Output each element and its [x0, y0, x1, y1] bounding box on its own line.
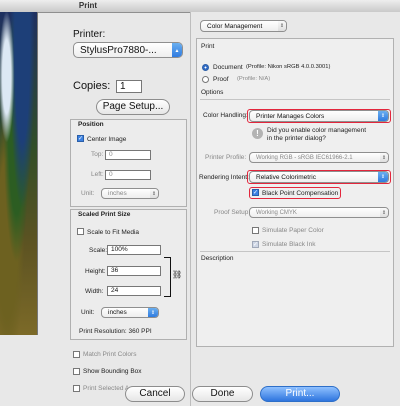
rendering-intent-select[interactable]: Relative Colorimetric ⇕ [249, 171, 389, 183]
position-unit-label: Unit: [81, 190, 95, 197]
chevron-down-icon: ⇕ [278, 21, 286, 31]
copies-label: Copies: [73, 80, 111, 92]
print-selected-area-checkbox[interactable] [73, 385, 80, 392]
question-line-2: in the printer dialog? [267, 135, 326, 142]
section-select[interactable]: Color Management ⇕ [200, 20, 287, 32]
scale-label: Scale: [89, 247, 108, 254]
chevron-down-icon: ⇕ [150, 189, 158, 198]
link-bracket [164, 257, 171, 297]
copies-input[interactable]: 1 [116, 80, 142, 93]
rendering-intent-value: Relative Colorimetric [256, 174, 316, 181]
question-line-1: Did you enable color management [267, 127, 367, 134]
proof-setup-select[interactable]: Working CMYK ⇕ [249, 207, 389, 218]
left-panel: Printer: ⎙ StylusPro7880-... ▲▼ Copies: … [38, 13, 199, 406]
position-unit-select[interactable]: inches ⇕ [101, 188, 159, 199]
scaled-unit-label: Unit: [81, 309, 95, 316]
cancel-button[interactable]: Cancel [125, 386, 185, 402]
top-label: Top: [91, 151, 104, 158]
scale-to-fit-label: Scale to Fit Media [87, 229, 140, 236]
print-resolution: Print Resolution: 360 PPI [79, 328, 152, 335]
print-button[interactable]: Print... [260, 386, 340, 402]
scaled-unit-select[interactable]: inches ⇕ [101, 307, 159, 318]
chevron-down-icon: ▲▼ [172, 43, 182, 57]
proof-label: Proof [213, 76, 229, 83]
options-separator [200, 99, 390, 100]
description-separator [200, 251, 390, 252]
proof-setup-label: Proof Setup: [214, 209, 251, 216]
position-title: Position [78, 121, 104, 128]
match-print-colors-checkbox[interactable] [73, 351, 80, 358]
color-handling-select[interactable]: Printer Manages Colors ⇕ [249, 110, 389, 122]
center-image-label: Center Image [87, 136, 127, 143]
printer-select[interactable]: StylusPro7880-... ▲▼ [73, 42, 183, 58]
height-input[interactable]: 36 [107, 266, 161, 276]
document-label: Document [213, 64, 243, 71]
proof-profile: (Profile: N/A) [237, 76, 271, 82]
description-heading: Description [201, 255, 234, 262]
match-print-colors-label: Match Print Colors [83, 351, 137, 358]
page-setup-button[interactable]: Page Setup... [96, 99, 170, 115]
warning-icon: ! [252, 128, 263, 139]
width-input[interactable]: 24 [107, 286, 161, 296]
chevron-down-icon: ⇕ [378, 172, 388, 182]
chevron-down-icon: ⇕ [380, 153, 388, 162]
done-button[interactable]: Done [192, 386, 253, 402]
color-management-panel: Print Document (Profile: Nikon sRGB 4.0.… [196, 38, 394, 347]
scale-input[interactable]: 100% [107, 245, 161, 255]
left-label: Left: [91, 171, 104, 178]
position-group: Position ✓ Center Image Top: 0 Left: 0 U… [70, 119, 187, 207]
chain-link-icon[interactable]: ⛓ [172, 270, 182, 279]
scaled-title: Scaled Print Size [78, 211, 131, 218]
scale-to-fit-checkbox[interactable] [77, 228, 84, 235]
printer-profile-select[interactable]: Working RGB - sRGB IEC61966-2.1 ⇕ [249, 152, 389, 163]
printer-label: Printer: [73, 29, 106, 40]
scaled-print-size-group: Scaled Print Size Scale to Fit Media Sca… [70, 209, 187, 340]
printer-profile-label: Printer Profile: [205, 154, 247, 161]
rendering-intent-label: Rendering Intent: [199, 174, 249, 181]
simulate-black-checkbox[interactable]: ✓ [252, 241, 259, 248]
document-radio[interactable] [202, 64, 209, 71]
center-image-checkbox[interactable]: ✓ [77, 135, 84, 142]
top-input[interactable]: 0 [105, 150, 151, 160]
print-heading: Print [201, 43, 215, 50]
chevron-down-icon: ⇕ [378, 111, 388, 121]
printer-profile-value: Working RGB - sRGB IEC61966-2.1 [256, 155, 353, 161]
black-point-checkbox[interactable]: ✓ [252, 189, 259, 196]
window-title: Print [78, 1, 98, 10]
show-bounding-box-checkbox[interactable] [73, 368, 80, 375]
simulate-paper-checkbox[interactable] [252, 227, 259, 234]
section-select-value: Color Management [207, 23, 263, 30]
printer-select-value: StylusPro7880-... [80, 45, 157, 56]
chevron-down-icon: ⇕ [148, 308, 158, 317]
show-bounding-box-label: Show Bounding Box [83, 368, 142, 375]
height-label: Height: [85, 268, 106, 275]
proof-radio[interactable] [202, 76, 209, 83]
document-profile: (Profile: Nikon sRGB 4.0.0.3001) [246, 64, 331, 70]
black-point-label: Black Point Compensation [262, 190, 339, 197]
image-preview [0, 12, 38, 335]
color-handling-value: Printer Manages Colors [256, 113, 325, 120]
left-input[interactable]: 0 [105, 170, 151, 180]
color-handling-label: Color Handling: [203, 112, 248, 119]
chevron-down-icon: ⇕ [380, 208, 388, 217]
width-label: Width: [85, 288, 104, 295]
proof-setup-value: Working CMYK [256, 210, 297, 216]
simulate-paper-label: Simulate Paper Color [262, 227, 324, 234]
simulate-black-label: Simulate Black Ink [262, 241, 316, 248]
options-heading: Options [201, 89, 224, 96]
